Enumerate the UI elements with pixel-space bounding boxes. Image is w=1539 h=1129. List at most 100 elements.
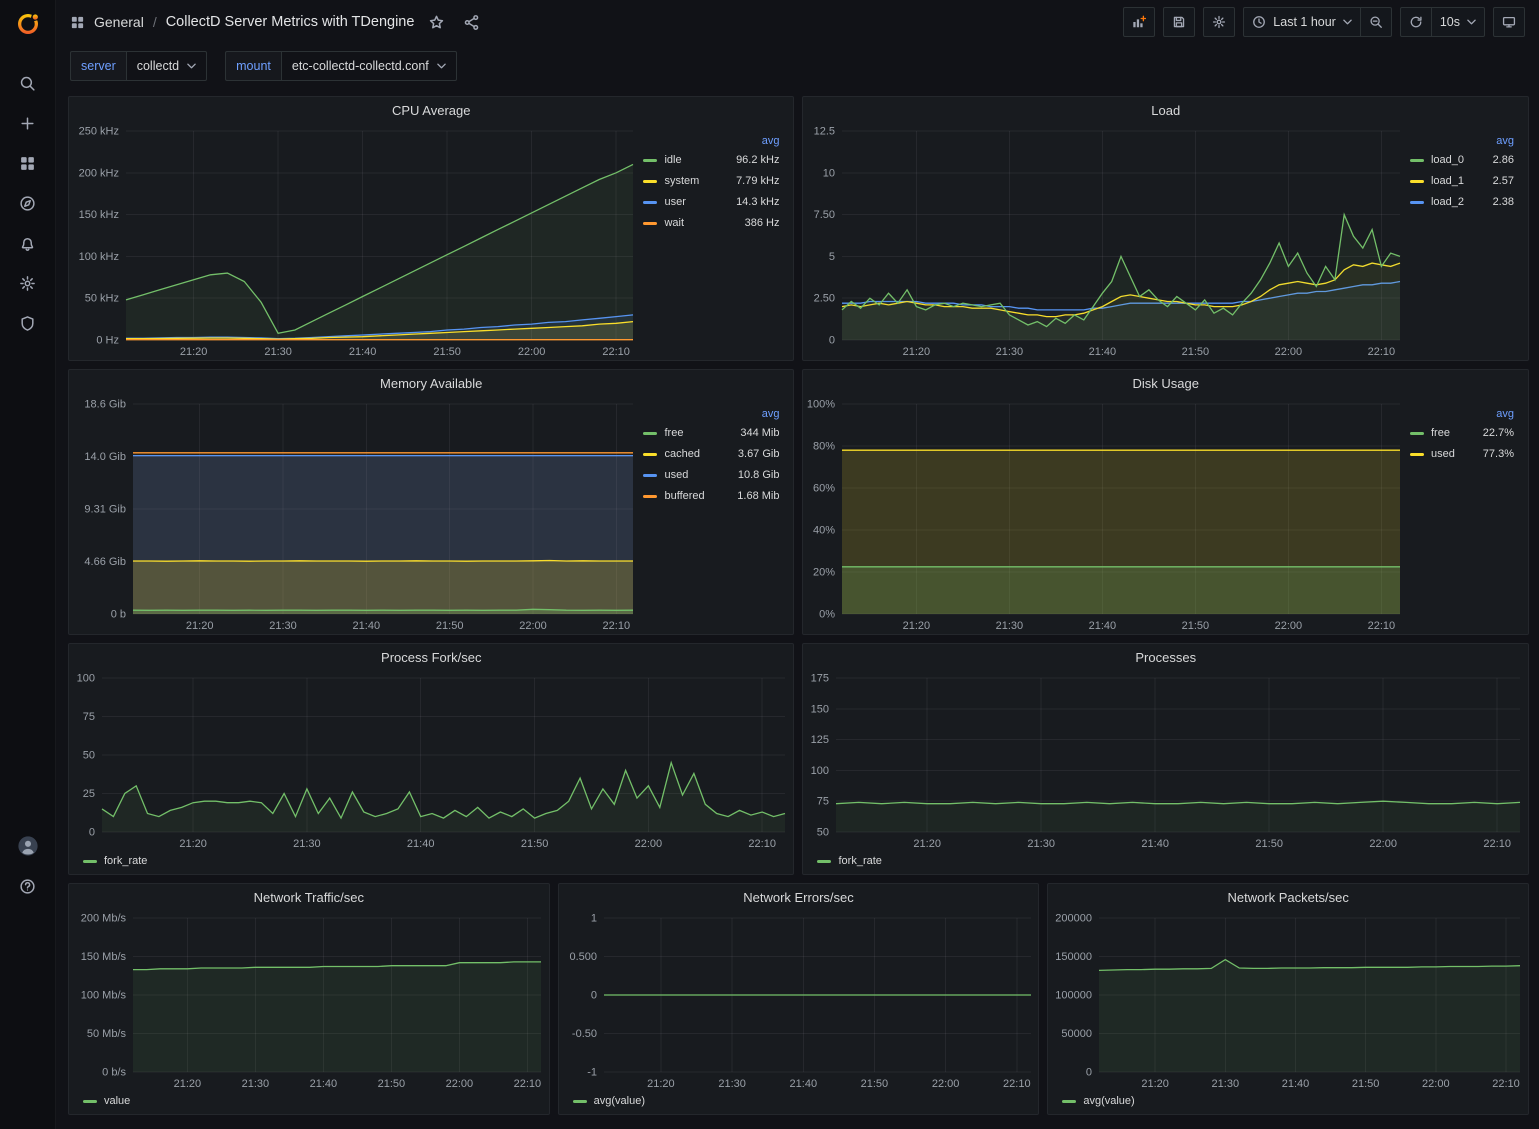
- grafana-logo[interactable]: [12, 8, 44, 40]
- variable-mount: mount etc-collectd-collectd.conf: [225, 51, 457, 81]
- svg-text:20%: 20%: [813, 567, 835, 579]
- legend-item[interactable]: free344 Mib: [643, 427, 779, 439]
- chart-canvas[interactable]: 05000010000015000020000021:2021:3021:402…: [1048, 910, 1528, 1092]
- panel-title-processes[interactable]: Processes: [803, 644, 1528, 670]
- sidebar-item-server-admin[interactable]: [10, 308, 46, 338]
- search-icon: [19, 75, 36, 92]
- sidebar-item-profile[interactable]: [10, 831, 46, 861]
- svg-text:22:00: 22:00: [1275, 620, 1303, 632]
- sidebar-item-dashboards[interactable]: [10, 148, 46, 178]
- svg-text:100%: 100%: [807, 399, 835, 411]
- svg-text:22:10: 22:10: [748, 838, 776, 850]
- legend-item[interactable]: fork_rate: [817, 855, 881, 867]
- legend-item[interactable]: fork_rate: [83, 855, 147, 867]
- help-icon: [19, 878, 36, 895]
- svg-text:150 kHz: 150 kHz: [79, 209, 119, 221]
- legend-item[interactable]: used77.3%: [1410, 448, 1514, 460]
- legend-item[interactable]: avg(value): [1062, 1095, 1134, 1107]
- panel-title-process-fork-sec[interactable]: Process Fork/sec: [69, 644, 793, 670]
- add-panel-button[interactable]: [1123, 7, 1155, 37]
- legend-label: avg(value): [1083, 1095, 1134, 1107]
- chevron-down-icon: [187, 63, 196, 69]
- dashboard-settings-button[interactable]: [1203, 7, 1235, 37]
- refresh-button[interactable]: [1400, 7, 1432, 37]
- panel-title-network-traffic-sec[interactable]: Network Traffic/sec: [69, 884, 549, 910]
- legend-item[interactable]: avg(value): [573, 1095, 645, 1107]
- chart-canvas[interactable]: -1-0.5000.500121:2021:3021:4021:5022:002…: [559, 910, 1039, 1092]
- panel-disk-usage: Disk Usage 0%20%40%60%80%100%21:2021:302…: [802, 369, 1529, 635]
- svg-text:21:50: 21:50: [1352, 1078, 1380, 1090]
- variable-mount-label: mount: [225, 51, 281, 81]
- panel-title-network-errors-sec[interactable]: Network Errors/sec: [559, 884, 1039, 910]
- breadcrumb-folder[interactable]: General: [94, 14, 144, 30]
- panel-memory-available: Memory Available 0 b4.66 Gib9.31 Gib14.0…: [68, 369, 794, 635]
- chart-canvas[interactable]: 0 b/s50 Mb/s100 Mb/s150 Mb/s200 Mb/s21:2…: [69, 910, 549, 1092]
- chart-canvas[interactable]: 02.5057.501012.521:2021:3021:4021:5022:0…: [803, 123, 1408, 360]
- time-range-label: Last 1 hour: [1273, 15, 1336, 29]
- save-dashboard-button[interactable]: [1163, 7, 1195, 37]
- dashboard-grid-icon: [70, 15, 85, 30]
- variable-server-value[interactable]: collectd: [126, 51, 207, 81]
- svg-text:21:50: 21:50: [860, 1078, 888, 1090]
- legend-avg-header[interactable]: avg: [1410, 135, 1514, 147]
- legend-item[interactable]: cached3.67 Gib: [643, 448, 779, 460]
- panel-network-errors-sec: Network Errors/sec -1-0.5000.500121:2021…: [558, 883, 1040, 1115]
- legend-item[interactable]: used10.8 Gib: [643, 469, 779, 481]
- panel-title-memory-available[interactable]: Memory Available: [69, 370, 793, 396]
- process-fork-sec-chart: 025507510021:2021:3021:4021:5022:0022:10: [69, 670, 793, 852]
- share-dashboard-button[interactable]: [461, 12, 482, 33]
- svg-text:2.50: 2.50: [814, 293, 835, 305]
- grafana-app: General / CollectD Server Metrics with T…: [0, 0, 1539, 1129]
- breadcrumb-separator: /: [153, 14, 157, 30]
- refresh-interval-button[interactable]: 10s: [1432, 7, 1485, 37]
- svg-text:0: 0: [591, 990, 597, 1002]
- sidebar-item-alerting[interactable]: [10, 228, 46, 258]
- chart-canvas[interactable]: 507510012515017521:2021:3021:4021:5022:0…: [803, 670, 1528, 852]
- svg-text:22:10: 22:10: [1493, 1078, 1521, 1090]
- svg-text:22:00: 22:00: [446, 1078, 474, 1090]
- svg-text:21:20: 21:20: [914, 838, 942, 850]
- star-dashboard-button[interactable]: [426, 12, 447, 33]
- sidebar-item-configuration[interactable]: [10, 268, 46, 298]
- sidebar-item-search[interactable]: [10, 68, 46, 98]
- chart-canvas[interactable]: 0 Hz50 kHz100 kHz150 kHz200 kHz250 kHz21…: [69, 123, 641, 360]
- chart-canvas[interactable]: 025507510021:2021:3021:4021:5022:0022:10: [69, 670, 793, 852]
- legend-item[interactable]: value: [83, 1095, 130, 1107]
- legend-avg-header[interactable]: avg: [643, 408, 779, 420]
- legend-item[interactable]: system7.79 kHz: [643, 175, 779, 187]
- legend-avg-value: 1.68 Mib: [737, 490, 779, 502]
- panel-title-cpu-average[interactable]: CPU Average: [69, 97, 793, 123]
- disk-usage-legend: avg free22.7% used77.3%: [1408, 396, 1528, 634]
- legend-item[interactable]: load_12.57: [1410, 175, 1514, 187]
- panel-network-traffic-sec: Network Traffic/sec 0 b/s50 Mb/s100 Mb/s…: [68, 883, 550, 1115]
- time-range-button[interactable]: Last 1 hour: [1243, 7, 1361, 37]
- legend-item[interactable]: free22.7%: [1410, 427, 1514, 439]
- legend-avg-header[interactable]: avg: [1410, 408, 1514, 420]
- sidebar: [0, 0, 56, 1129]
- chart-canvas[interactable]: 0%20%40%60%80%100%21:2021:3021:4021:5022…: [803, 396, 1408, 634]
- legend-label: cached: [664, 448, 730, 460]
- svg-text:21:30: 21:30: [996, 620, 1024, 632]
- variable-mount-value[interactable]: etc-collectd-collectd.conf: [281, 51, 457, 81]
- add-panel-icon: [1132, 15, 1146, 29]
- panel-title-disk-usage[interactable]: Disk Usage: [803, 370, 1528, 396]
- legend-item[interactable]: buffered1.68 Mib: [643, 490, 779, 502]
- legend-item[interactable]: idle96.2 kHz: [643, 154, 779, 166]
- cycle-view-mode-button[interactable]: [1493, 7, 1525, 37]
- svg-text:150000: 150000: [1056, 951, 1093, 963]
- sidebar-item-create[interactable]: [10, 108, 46, 138]
- legend-avg-header[interactable]: avg: [643, 135, 779, 147]
- legend-item[interactable]: load_02.86: [1410, 154, 1514, 166]
- svg-text:22:00: 22:00: [518, 346, 546, 358]
- legend-item[interactable]: wait386 Hz: [643, 217, 779, 229]
- zoom-out-time-button[interactable]: [1361, 7, 1392, 37]
- legend-item[interactable]: user14.3 kHz: [643, 196, 779, 208]
- gear-icon: [19, 275, 36, 292]
- sidebar-item-explore[interactable]: [10, 188, 46, 218]
- panel-title-load[interactable]: Load: [803, 97, 1528, 123]
- legend-item[interactable]: load_22.38: [1410, 196, 1514, 208]
- svg-text:175: 175: [811, 673, 829, 685]
- sidebar-item-help[interactable]: [10, 871, 46, 901]
- chart-canvas[interactable]: 0 b4.66 Gib9.31 Gib14.0 Gib18.6 Gib21:20…: [69, 396, 641, 634]
- panel-title-network-packets-sec[interactable]: Network Packets/sec: [1048, 884, 1528, 910]
